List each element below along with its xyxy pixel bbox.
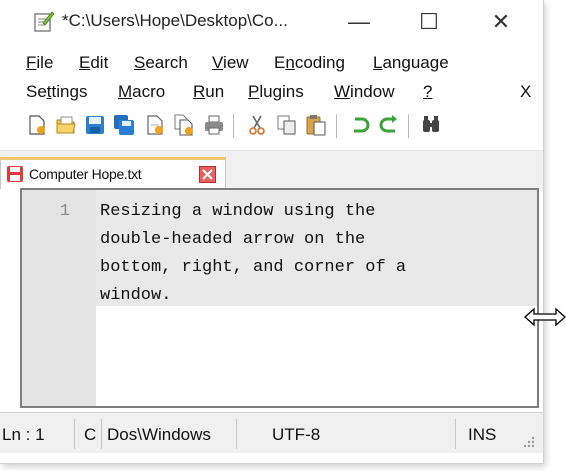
menu-encoding-label: coding xyxy=(294,53,345,72)
line-number: 1 xyxy=(59,202,70,221)
save-icon[interactable] xyxy=(84,114,106,136)
cut-icon[interactable] xyxy=(246,114,268,136)
minimize-icon: — xyxy=(348,9,370,34)
menu-settings-pre: Se xyxy=(26,82,47,101)
menu-view[interactable]: View xyxy=(212,53,249,73)
status-divider xyxy=(455,419,456,449)
toolbar-separator xyxy=(408,114,409,138)
menu-view-label: iew xyxy=(223,53,249,72)
maximize-button[interactable]: ☐ xyxy=(406,4,452,40)
menu-help-accel: ? xyxy=(423,82,433,101)
menu-file[interactable]: File xyxy=(26,53,53,73)
redo-icon[interactable] xyxy=(378,114,400,136)
menu-search-accel: S xyxy=(134,53,146,72)
save-all-icon[interactable] xyxy=(113,114,135,136)
toolbar xyxy=(0,108,543,144)
close-all-icon[interactable] xyxy=(173,114,195,136)
menu-view-accel: V xyxy=(212,53,224,72)
toolbar-separator xyxy=(233,114,234,138)
menu-settings-label: tings xyxy=(51,82,88,101)
maximize-icon: ☐ xyxy=(419,9,439,34)
editor-line: Resizing a window using the xyxy=(100,202,376,221)
status-position: Ln : 1 xyxy=(2,425,45,444)
toolbar-separator xyxy=(336,114,337,138)
title-bar[interactable]: *C:\Users\Hope\Desktop\Co... — ☐ ✕ xyxy=(0,0,543,44)
new-file-icon[interactable] xyxy=(26,114,48,136)
menu-run-accel: R xyxy=(193,82,206,101)
notepad-window: *C:\Users\Hope\Desktop\Co... — ☐ ✕ File … xyxy=(0,0,544,464)
editor-text[interactable]: Resizing a window using the double-headed… xyxy=(100,198,406,310)
menu-plugins[interactable]: Plugins xyxy=(248,82,304,102)
status-divider xyxy=(236,419,237,449)
menu-run-label: un xyxy=(205,82,225,101)
menu-encoding-pre: E xyxy=(274,53,286,72)
text-editor[interactable]: 1 Resizing a window using the double-head… xyxy=(20,188,539,408)
menu-macro-label: acro xyxy=(132,82,166,101)
menu-encoding-accel: n xyxy=(285,53,295,72)
status-encoding: UTF-8 xyxy=(272,425,321,444)
editor-line: bottom, right, and corner of a xyxy=(100,258,407,277)
editor-line: double-headed arrow on the xyxy=(100,230,366,249)
menu-window-accel: W xyxy=(334,82,351,101)
find-icon[interactable] xyxy=(420,114,442,136)
notepad-app-icon xyxy=(34,11,54,32)
status-column: C xyxy=(84,425,97,444)
close-icon: ✕ xyxy=(491,9,511,34)
resize-grip-icon[interactable] xyxy=(522,435,536,449)
window-title: *C:\Users\Hope\Desktop\Co... xyxy=(62,11,288,30)
menu-search-label: earch xyxy=(145,53,188,72)
undo-icon[interactable] xyxy=(349,114,371,136)
menu-search[interactable]: Search xyxy=(134,53,188,73)
menu-edit-accel: E xyxy=(79,53,91,72)
menu-language-label: anguage xyxy=(382,53,449,72)
menu-run[interactable]: Run xyxy=(193,82,224,102)
menu-file-accel: F xyxy=(26,53,37,72)
menu-macro-accel: M xyxy=(118,82,133,101)
unsaved-file-icon xyxy=(7,166,23,182)
status-divider xyxy=(74,419,75,449)
status-bar: Ln : 1 C Dos\Windows UTF-8 INS xyxy=(0,412,543,453)
menu-encoding[interactable]: Encoding xyxy=(274,53,345,73)
status-divider xyxy=(101,419,102,449)
line-number-gutter: 1 xyxy=(22,190,96,406)
horizontal-resize-cursor-icon xyxy=(524,307,566,327)
tab-label: Computer Hope.txt xyxy=(29,166,142,182)
tab-computer-hope[interactable]: Computer Hope.txt xyxy=(0,157,226,189)
menu-edit-label: dit xyxy=(90,53,109,72)
menu-edit[interactable]: Edit xyxy=(79,53,108,73)
tab-close-icon[interactable] xyxy=(199,166,216,183)
open-file-icon[interactable] xyxy=(55,114,77,136)
copy-icon[interactable] xyxy=(276,114,298,136)
paste-icon[interactable] xyxy=(305,114,327,136)
menu-bar-row-2: Settings Macro Run Plugins Window ? X xyxy=(0,79,543,105)
menu-window[interactable]: Window xyxy=(334,82,394,102)
menu-window-label: indow xyxy=(350,82,395,101)
close-button[interactable]: ✕ xyxy=(478,4,524,40)
close-document-button[interactable]: X xyxy=(520,82,531,102)
tab-strip: Computer Hope.txt xyxy=(0,150,543,189)
editor-line: window. xyxy=(100,286,172,305)
close-file-icon[interactable] xyxy=(144,114,166,136)
print-icon[interactable] xyxy=(203,114,225,136)
menu-help[interactable]: ? xyxy=(423,82,432,102)
menu-macro[interactable]: Macro xyxy=(118,82,165,102)
minimize-button[interactable]: — xyxy=(336,4,382,40)
menu-file-label: ile xyxy=(36,53,54,72)
menu-bar-row-1: File Edit Search View Encoding Language xyxy=(0,50,543,76)
menu-language[interactable]: Language xyxy=(373,53,449,73)
menu-plugins-accel: P xyxy=(248,82,260,101)
status-eol: Dos\Windows xyxy=(107,425,211,444)
status-insert-mode: INS xyxy=(468,425,497,444)
menu-settings[interactable]: Settings xyxy=(26,82,87,102)
menu-plugins-label: lugins xyxy=(259,82,304,101)
